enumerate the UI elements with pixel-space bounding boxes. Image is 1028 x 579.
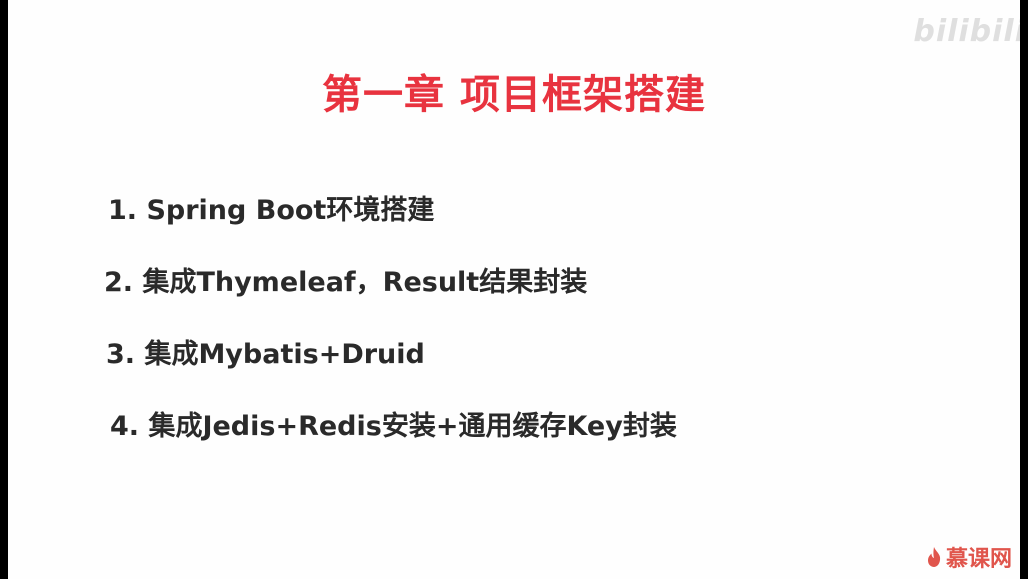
imooc-watermark-text: 慕课网	[945, 547, 1012, 572]
flame-icon	[927, 547, 941, 567]
agenda-list: 1. Spring Boot环境搭建 2. 集成Thymeleaf，Result…	[104, 192, 677, 445]
slide-title: 第一章 项目框架搭建	[322, 72, 706, 118]
agenda-item: 2. 集成Thymeleaf，Result结果封装	[104, 267, 588, 298]
presentation-slide: 第一章 项目框架搭建 1. Spring Boot环境搭建 2. 集成Thyme…	[8, 0, 1020, 579]
bilibili-watermark: bilibili	[913, 14, 1020, 49]
agenda-item: 3. 集成Mybatis+Druid	[106, 339, 425, 370]
imooc-watermark: 慕课网	[926, 541, 1012, 573]
agenda-item: 1. Spring Boot环境搭建	[108, 195, 435, 226]
agenda-item: 4. 集成Jedis+Redis安装+通用缓存Key封装	[110, 411, 677, 442]
